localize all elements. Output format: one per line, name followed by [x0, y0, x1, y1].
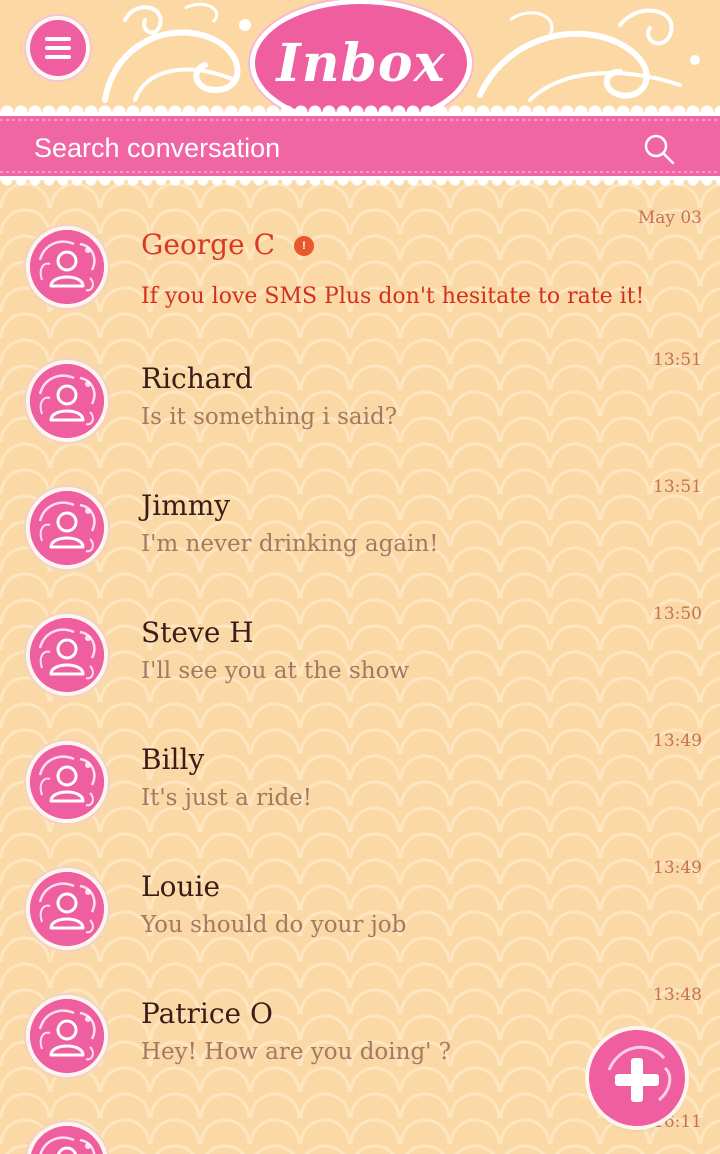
- conversation-row[interactable]: Jimmy I'm never drinking again! 13:51: [0, 459, 720, 586]
- contact-name: Steve H: [141, 616, 254, 649]
- contact-avatar-icon: [30, 999, 104, 1073]
- message-preview: Hey! How are you doing' ?: [141, 1039, 452, 1065]
- lace-divider: [0, 100, 720, 112]
- contact-avatar-icon: [30, 618, 104, 692]
- message-time: 13:49: [653, 731, 702, 751]
- contact-avatar-icon: [30, 230, 104, 304]
- contact-avatar-icon: [30, 491, 104, 565]
- conversation-row[interactable]: Steve H I'll see you at the show 13:50: [0, 586, 720, 713]
- decorative-swirl-right: [477, 8, 700, 102]
- message-preview: I'm never drinking again!: [141, 531, 439, 557]
- contact-avatar-icon: [30, 1126, 104, 1154]
- conversation-row[interactable]: Billy It's just a ride! 13:49: [0, 713, 720, 840]
- message-time: 13:50: [653, 604, 702, 624]
- page-title: Inbox: [276, 32, 446, 94]
- message-preview: Is it something i said?: [141, 404, 398, 430]
- menu-button[interactable]: [30, 20, 86, 76]
- conversation-row[interactable]: Richard Is it something i said? 13:51: [0, 332, 720, 459]
- message-preview: It's just a ride!: [141, 785, 313, 811]
- contact-name: Jimmy: [141, 489, 231, 522]
- message-time: May 03: [637, 208, 702, 228]
- message-preview: If you love SMS Plus don't hesitate to r…: [141, 284, 645, 309]
- contact-avatar-icon: [30, 872, 104, 946]
- contact-name: Richard: [141, 362, 253, 395]
- message-time: 13:48: [653, 985, 702, 1005]
- conversation-row[interactable]: Louie You should do your job 13:49: [0, 840, 720, 967]
- contact-avatar-icon: [30, 364, 104, 438]
- contact-name: George C: [141, 228, 275, 261]
- message-preview: I'll see you at the show: [141, 658, 410, 684]
- contact-name: Billy: [141, 743, 205, 776]
- conversation-list: George C ! If you love SMS Plus don't he…: [0, 190, 720, 1154]
- contact-name: Patrice O: [141, 997, 273, 1030]
- contact-name: Louie: [141, 870, 221, 903]
- message-preview: You should do your job: [141, 912, 407, 938]
- search-input[interactable]: [34, 130, 594, 166]
- unread-indicator-icon: !: [294, 236, 314, 256]
- contact-avatar-icon: [30, 745, 104, 819]
- search-bar: [0, 112, 720, 180]
- message-time: 13:51: [653, 477, 702, 497]
- lace-divider: [0, 180, 720, 190]
- app-header: Inbox: [0, 0, 720, 122]
- compose-plus-icon: [607, 1045, 672, 1102]
- conversation-row[interactable]: George C ! If you love SMS Plus don't he…: [0, 190, 720, 332]
- hamburger-menu-icon: [45, 37, 71, 41]
- message-time: 13:49: [653, 858, 702, 878]
- decorative-swirl-left: [102, 2, 251, 103]
- message-time: 13:51: [653, 350, 702, 370]
- compose-button[interactable]: [589, 1030, 685, 1126]
- search-icon[interactable]: [642, 132, 676, 166]
